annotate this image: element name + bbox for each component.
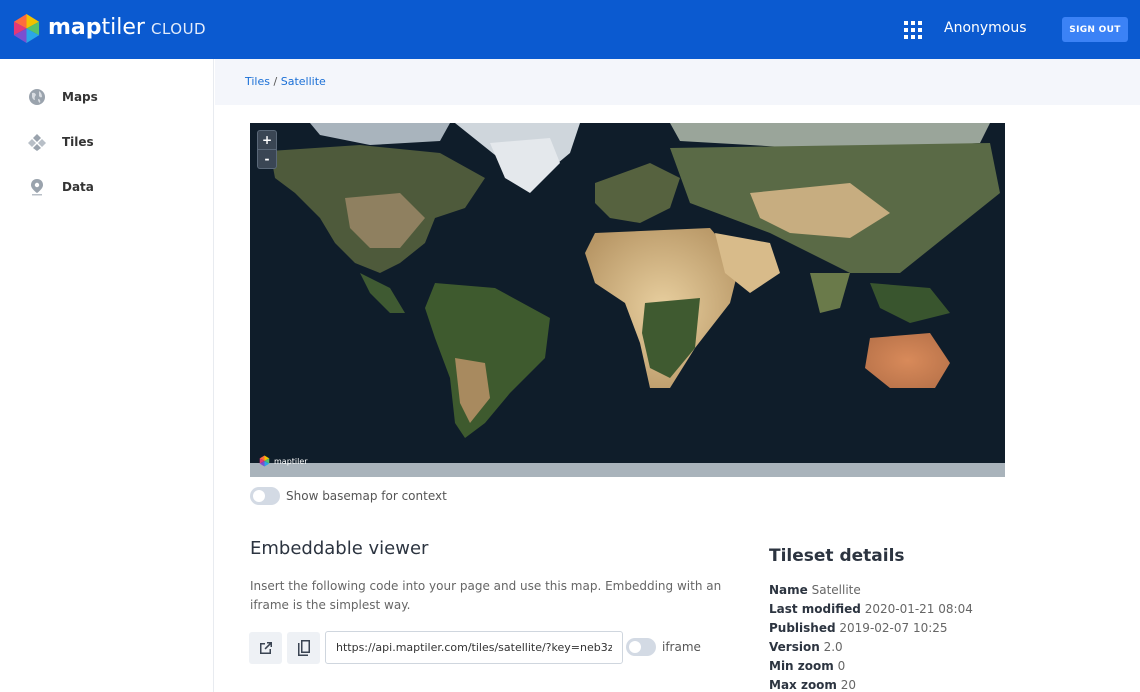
detail-value: 0 — [837, 659, 846, 673]
brand-wordmark[interactable]: maptiler CLOUD — [48, 15, 206, 45]
zoom-out-button[interactable]: - — [258, 150, 276, 168]
detail-row-last-modified: Last modified 2020-01-21 08:04 — [769, 602, 1069, 621]
maptiler-small-logo-icon — [259, 455, 270, 467]
tileset-details-heading: Tileset details — [769, 546, 905, 566]
zoom-in-button[interactable]: + — [258, 131, 276, 149]
detail-value: 2020-01-21 08:04 — [864, 602, 973, 616]
iframe-toggle-label: iframe — [662, 640, 701, 654]
map-attribution-text: maptiler — [274, 456, 308, 466]
iframe-toggle[interactable] — [626, 638, 656, 656]
sidebar-item-data[interactable]: Data — [28, 176, 198, 198]
copy-icon — [297, 640, 310, 656]
detail-key: Version — [769, 640, 820, 654]
map-zoom-controls: + - — [257, 130, 277, 169]
detail-row-min-zoom: Min zoom 0 — [769, 659, 1069, 678]
embed-url-input[interactable] — [325, 631, 623, 664]
external-link-icon — [259, 642, 272, 654]
brand-main-rest: tiler — [101, 15, 145, 40]
sidebar-item-label: Tiles — [62, 135, 94, 149]
detail-key: Min zoom — [769, 659, 834, 673]
breadcrumb-bar: Tiles / Satellite — [215, 59, 1140, 105]
detail-key: Last modified — [769, 602, 861, 616]
user-name[interactable]: Anonymous — [944, 20, 1027, 36]
brand-main-bold: map — [48, 15, 102, 40]
breadcrumb: Tiles / Satellite — [245, 75, 326, 88]
detail-key: Published — [769, 621, 836, 635]
top-navigation-bar: maptiler CLOUD Anonymous SIGN OUT — [0, 0, 1140, 59]
embeddable-viewer-heading: Embeddable viewer — [250, 538, 429, 559]
world-satellite-image — [250, 123, 1005, 477]
brand-sub: CLOUD — [150, 20, 207, 38]
globe-icon — [29, 89, 45, 105]
basemap-toggle-label: Show basemap for context — [286, 489, 447, 503]
apps-grid-icon[interactable] — [904, 21, 922, 39]
sidebar-item-maps[interactable]: Maps — [28, 86, 198, 108]
pin-icon — [31, 179, 43, 196]
breadcrumb-link-current[interactable]: Satellite — [281, 75, 326, 88]
basemap-toggle-row: Show basemap for context — [250, 487, 447, 505]
detail-value: 2.0 — [823, 640, 843, 654]
sidebar: Maps Tiles Data — [0, 59, 214, 692]
satellite-map-preview[interactable]: + - maptiler — [250, 123, 1005, 477]
breadcrumb-link-tiles[interactable]: Tiles — [245, 75, 270, 88]
sidebar-item-label: Maps — [62, 90, 98, 104]
detail-key: Name — [769, 583, 808, 597]
detail-row-published: Published 2019-02-07 10:25 — [769, 621, 1069, 640]
detail-value: Satellite — [811, 583, 861, 597]
detail-key: Max zoom — [769, 678, 837, 692]
map-attribution-logo[interactable]: maptiler — [259, 455, 308, 467]
iframe-toggle-row: iframe — [626, 638, 701, 656]
open-in-new-tab-button[interactable] — [249, 632, 282, 664]
sidebar-item-label: Data — [62, 180, 94, 194]
maptiler-logo-icon[interactable] — [12, 13, 41, 44]
detail-value: 2019-02-07 10:25 — [839, 621, 948, 635]
copy-url-button[interactable] — [287, 632, 320, 664]
embeddable-viewer-description: Insert the following code into your page… — [250, 579, 722, 612]
breadcrumb-separator: / — [273, 75, 278, 88]
detail-row-version: Version 2.0 — [769, 640, 1069, 659]
detail-row-name: Name Satellite — [769, 583, 1069, 602]
detail-row-max-zoom: Max zoom 20 — [769, 678, 1069, 692]
basemap-toggle[interactable] — [250, 487, 280, 505]
detail-value: 20 — [840, 678, 857, 692]
tiles-icon — [28, 134, 46, 151]
sign-out-button[interactable]: SIGN OUT — [1062, 17, 1128, 42]
sidebar-item-tiles[interactable]: Tiles — [28, 131, 198, 153]
tileset-details-list: Name Satellite Last modified 2020-01-21 … — [769, 583, 1069, 692]
